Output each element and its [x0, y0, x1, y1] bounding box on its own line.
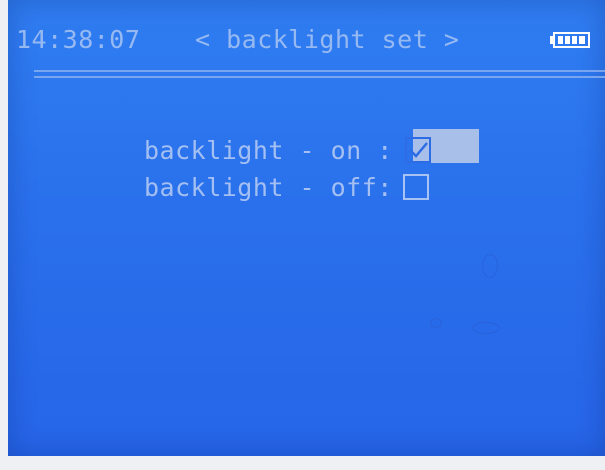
battery-full-icon	[550, 32, 590, 48]
option-label: backlight - off:	[144, 172, 393, 202]
device-frame: 14:38:07 < backlight set > backlight - o…	[0, 0, 605, 470]
screen-smudge	[472, 322, 500, 334]
backlight-off-checkbox[interactable]	[402, 174, 429, 200]
option-backlight-off[interactable]: backlight - off:	[144, 169, 429, 205]
header-divider-top	[34, 70, 605, 72]
header-divider-bottom	[34, 76, 605, 78]
option-backlight-on[interactable]: backlight - on :	[144, 132, 431, 168]
clock: 14:38:07	[16, 25, 141, 54]
option-label: backlight - on :	[144, 135, 393, 165]
screen-smudge	[430, 318, 442, 328]
backlight-on-checkbox[interactable]	[404, 137, 431, 163]
lcd-screen: 14:38:07 < backlight set > backlight - o…	[8, 0, 605, 456]
page-title: < backlight set >	[195, 25, 460, 54]
screen-smudge	[482, 254, 498, 278]
checkmark-icon	[408, 142, 428, 158]
status-bar: 14:38:07 < backlight set >	[8, 0, 605, 78]
